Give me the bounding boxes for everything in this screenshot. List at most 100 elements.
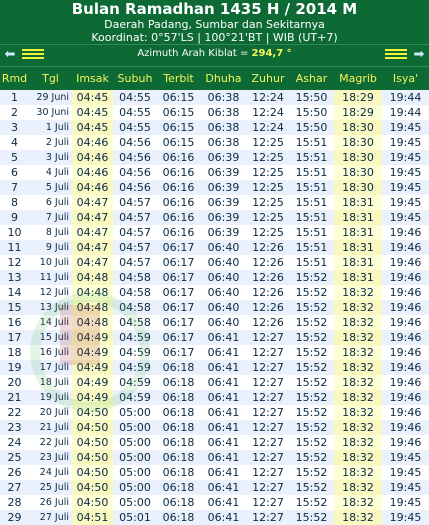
table-cell: 06:38 xyxy=(200,135,247,150)
table-cell: 19:46 xyxy=(382,345,429,360)
table-cell: 04:59 xyxy=(113,390,157,405)
table-row: 2 30 Juni 04:45 04:55 06:15 06:38 12:24 15:50 18… xyxy=(0,105,429,120)
arrow-right-icon[interactable]: ➡ xyxy=(412,48,426,62)
table-cell: 19:44 xyxy=(382,105,429,120)
menu-right-icon[interactable] xyxy=(385,49,407,61)
table-cell: 06:41 xyxy=(200,390,247,405)
table-cell: 19:46 xyxy=(382,315,429,330)
table-cell: 06:41 xyxy=(200,435,247,450)
table-cell: 15:51 xyxy=(289,240,334,255)
table-cell: 06:16 xyxy=(157,180,200,195)
table-cell: 06:39 xyxy=(200,225,247,240)
table-cell: 06:41 xyxy=(200,450,247,465)
table-cell: 21 xyxy=(0,390,29,405)
table-row: 11 9 Juli 04:47 04:57 06:17 06:40 12:26 15:51 18… xyxy=(0,240,429,255)
table-cell: 12:27 xyxy=(247,480,289,495)
table-cell: 11 xyxy=(0,240,29,255)
table-cell: 21 Juli xyxy=(29,420,72,435)
schedule-table: Rmd Tgl Imsak Subuh Terbit Dhuha Zuhur Ashar Mag… xyxy=(0,66,429,525)
table-cell: 04:46 xyxy=(72,150,113,165)
table-cell: 19:45 xyxy=(382,210,429,225)
column-header: Rmd xyxy=(0,66,29,90)
table-cell: 05:00 xyxy=(113,435,157,450)
table-cell: 15 xyxy=(0,300,29,315)
table-cell: 06:18 xyxy=(157,435,200,450)
table-cell: 06:17 xyxy=(157,315,200,330)
table-cell: 15:52 xyxy=(289,270,334,285)
table-cell: 04:55 xyxy=(113,90,157,105)
table-cell: 23 xyxy=(0,420,29,435)
table-cell: 04:58 xyxy=(113,300,157,315)
page-title: Bulan Ramadhan 1435 H / 2014 M xyxy=(71,0,358,18)
table-cell: 12:25 xyxy=(247,135,289,150)
table-cell: 04:46 xyxy=(72,180,113,195)
table-cell: 22 Juli xyxy=(29,435,72,450)
table-cell: 15:51 xyxy=(289,225,334,240)
table-cell: 4 Juli xyxy=(29,165,72,180)
table-cell: 06:40 xyxy=(200,270,247,285)
table-cell: 1 xyxy=(0,90,29,105)
table-cell: 06:39 xyxy=(200,150,247,165)
nav-bar: ⬅ Azimuth Arah Kiblat = 294,7 ° ➡ xyxy=(0,44,429,66)
table-cell: 12:26 xyxy=(247,270,289,285)
table-cell: 18:32 xyxy=(334,480,382,495)
table-cell: 12 xyxy=(0,255,29,270)
table-cell: 04:49 xyxy=(72,330,113,345)
table-cell: 18 Juli xyxy=(29,375,72,390)
table-cell: 12:27 xyxy=(247,495,289,510)
table-cell: 19:45 xyxy=(382,495,429,510)
table-cell: 15:52 xyxy=(289,450,334,465)
table-cell: 04:46 xyxy=(72,165,113,180)
table-cell: 05:00 xyxy=(113,450,157,465)
table-row: 23 21 Juli 04:50 05:00 06:18 06:41 12:27 15:52 1… xyxy=(0,420,429,435)
table-cell: 04:57 xyxy=(113,255,157,270)
table-cell: 04:59 xyxy=(113,375,157,390)
table-cell: 19:45 xyxy=(382,465,429,480)
table-cell: 04:50 xyxy=(72,435,113,450)
table-cell: 04:45 xyxy=(72,90,113,105)
table-cell: 06:17 xyxy=(157,255,200,270)
table-cell: 7 Juli xyxy=(29,210,72,225)
table-cell: 15:52 xyxy=(289,420,334,435)
table-cell: 18:32 xyxy=(334,390,382,405)
table-cell: 6 Juli xyxy=(29,195,72,210)
table-cell: 06:18 xyxy=(157,405,200,420)
table-row: 19 17 Juli 04:49 04:59 06:18 06:41 12:27 15:52 1… xyxy=(0,360,429,375)
page-header: Bulan Ramadhan 1435 H / 2014 M Daerah Pa… xyxy=(0,0,429,44)
table-cell: 19:45 xyxy=(382,150,429,165)
column-header: Terbit xyxy=(157,66,200,90)
table-cell: 06:38 xyxy=(200,105,247,120)
table-cell: 12:25 xyxy=(247,150,289,165)
table-cell: 06:18 xyxy=(157,450,200,465)
table-row: 24 22 Juli 04:50 05:00 06:18 06:41 12:27 15:52 1… xyxy=(0,435,429,450)
table-cell: 18:31 xyxy=(334,270,382,285)
table-cell: 04:47 xyxy=(72,240,113,255)
table-cell: 04:48 xyxy=(72,270,113,285)
table-cell: 15:51 xyxy=(289,210,334,225)
table-cell: 06:41 xyxy=(200,480,247,495)
table-cell: 10 Juli xyxy=(29,255,72,270)
table-cell: 04:48 xyxy=(72,315,113,330)
table-cell: 18:32 xyxy=(334,315,382,330)
table-cell: 26 Juli xyxy=(29,495,72,510)
table-cell: 24 Juli xyxy=(29,465,72,480)
table-cell: 19:45 xyxy=(382,195,429,210)
table-cell: 04:59 xyxy=(113,330,157,345)
table-row: 10 8 Juli 04:47 04:57 06:16 06:39 12:25 15:51 18… xyxy=(0,225,429,240)
table-cell: 15:50 xyxy=(289,105,334,120)
table-cell: 12:26 xyxy=(247,240,289,255)
table-cell: 04:47 xyxy=(72,195,113,210)
table-cell: 18:29 xyxy=(334,105,382,120)
table-cell: 18:29 xyxy=(334,90,382,105)
table-cell: 17 Juli xyxy=(29,360,72,375)
table-cell: 14 Juli xyxy=(29,315,72,330)
table-cell: 15:52 xyxy=(289,405,334,420)
column-header: Subuh xyxy=(113,66,157,90)
table-cell: 25 Juli xyxy=(29,480,72,495)
table-cell: 9 xyxy=(0,210,29,225)
table-cell: 06:40 xyxy=(200,315,247,330)
table-cell: 06:40 xyxy=(200,285,247,300)
column-header: Isya' xyxy=(382,66,429,90)
table-cell: 04:55 xyxy=(113,105,157,120)
table-cell: 04:56 xyxy=(113,135,157,150)
